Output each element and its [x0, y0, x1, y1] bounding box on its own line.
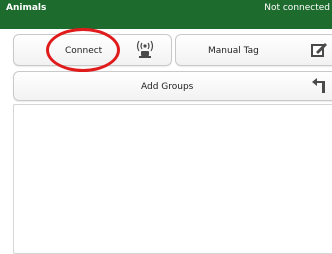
undo-arrow-icon — [312, 78, 325, 93]
animals-list[interactable] — [13, 104, 332, 254]
connection-status: Not connected — [264, 3, 330, 13]
rfid-reader-icon — [136, 40, 154, 58]
manual-tag-button-label: Manual Tag — [208, 46, 259, 56]
add-groups-button-label: Add Groups — [141, 82, 194, 92]
page-title: Animals — [6, 3, 47, 13]
add-groups-button[interactable]: Add Groups — [13, 71, 332, 101]
title-bar: Animals Not connected — [0, 0, 332, 29]
manual-tag-button[interactable]: Manual Tag — [175, 34, 332, 66]
connect-button-label: Connect — [65, 46, 103, 56]
edit-tag-icon — [311, 43, 327, 57]
